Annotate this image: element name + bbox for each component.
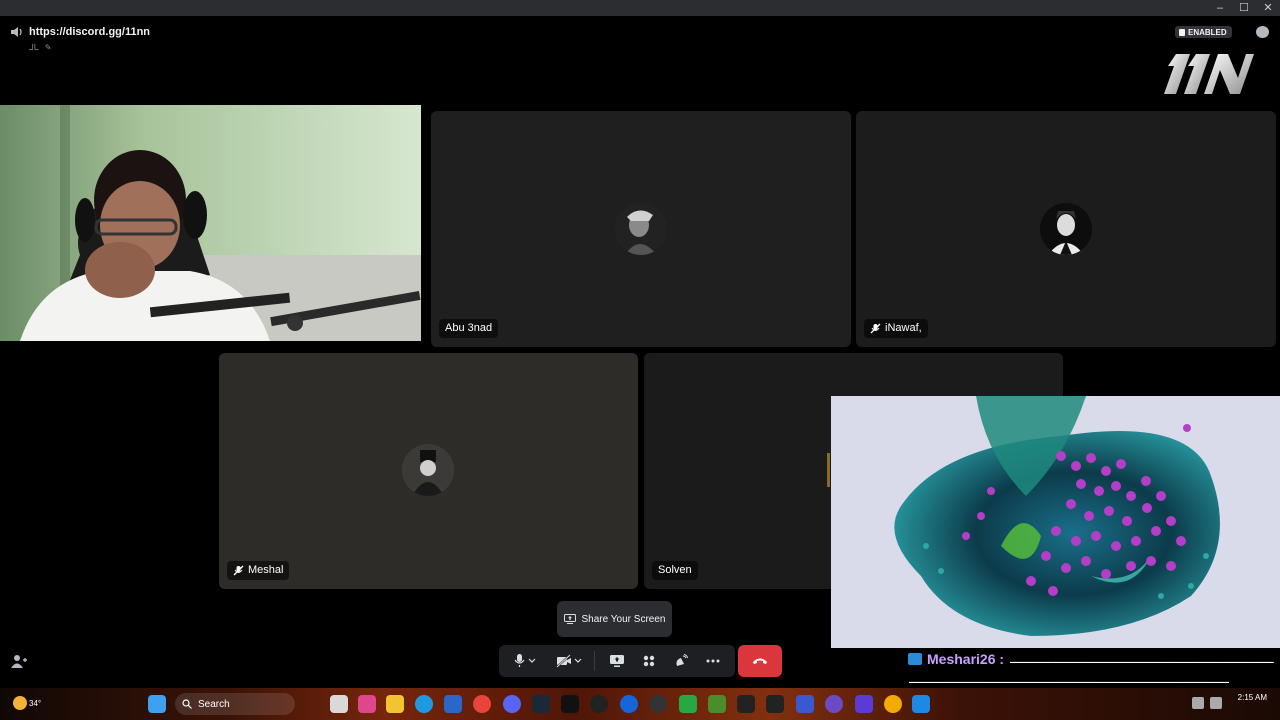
app-icon[interactable] xyxy=(825,695,843,713)
channel-title[interactable]: https://discord.gg/11nn xyxy=(29,26,150,38)
search-icon xyxy=(182,699,192,709)
screen-share-icon xyxy=(563,614,576,624)
badge-icon xyxy=(1179,28,1185,36)
channel-status-text: ـالـ xyxy=(29,43,39,52)
participant-name: Meshal xyxy=(248,564,284,576)
disconnect-button[interactable] xyxy=(738,645,782,677)
close-button[interactable]: ✕ xyxy=(1262,1,1274,15)
weather-widget[interactable]: 34° xyxy=(13,696,41,710)
participant-avatar xyxy=(402,444,454,496)
microphone-icon xyxy=(514,654,536,667)
chat-icon[interactable] xyxy=(1256,26,1269,38)
screen-share-icon xyxy=(610,655,624,667)
ea-icon[interactable] xyxy=(620,695,638,713)
participant-tile[interactable]: Abu 3nad xyxy=(431,111,851,347)
badge-label: ENABLED xyxy=(1188,27,1227,37)
app-icon[interactable] xyxy=(855,695,873,713)
activities-icon xyxy=(643,655,655,667)
participant-name-tag: Solven xyxy=(652,561,698,580)
steam-icon[interactable] xyxy=(532,695,550,713)
weather-temp: 34° xyxy=(29,698,42,708)
add-user-icon[interactable] xyxy=(11,654,27,668)
more-icon xyxy=(706,659,720,663)
webcam-video xyxy=(0,105,421,341)
share-screen-button[interactable]: Share Your Screen xyxy=(557,601,672,637)
overlay-stream-video xyxy=(831,396,1280,648)
search-placeholder: Search xyxy=(198,698,230,710)
windows-taskbar: 34° Search 2:15 AM xyxy=(0,688,1280,720)
app-icon[interactable] xyxy=(737,695,755,713)
xbox-icon[interactable] xyxy=(679,695,697,713)
participant-name: Solven xyxy=(658,564,692,576)
app-icon[interactable] xyxy=(796,695,814,713)
window-controls: – ☐ ✕ xyxy=(1214,1,1274,15)
11n-logo xyxy=(1164,54,1254,94)
camera-button[interactable] xyxy=(551,651,587,671)
participant-avatar xyxy=(615,203,667,255)
hangup-icon xyxy=(753,658,767,664)
file-explorer-icon[interactable] xyxy=(386,695,404,713)
app-icon[interactable] xyxy=(912,695,930,713)
window-titlebar: – ☐ ✕ xyxy=(0,0,1280,16)
taskbar-clock[interactable]: 2:15 AM xyxy=(1238,693,1267,702)
app-icon[interactable] xyxy=(590,695,608,713)
voice-channel-icon xyxy=(11,27,22,37)
soundboard-icon xyxy=(676,654,688,666)
wifi-icon[interactable] xyxy=(1210,697,1222,709)
participant-name-tag: Meshal xyxy=(227,561,290,580)
chat-username: Meshari26 : xyxy=(927,651,1005,667)
enabled-badge[interactable]: ENABLED xyxy=(1175,26,1232,38)
obs-icon[interactable] xyxy=(649,695,667,713)
chat-overlay: Meshari26 : ــــــــــــــــــــــــــــ… xyxy=(905,650,1280,690)
edge-icon[interactable] xyxy=(415,695,433,713)
maximize-button[interactable]: ☐ xyxy=(1238,1,1250,15)
task-view-icon[interactable] xyxy=(330,695,348,713)
participant-name-tag: Abu 3nad xyxy=(439,319,499,338)
app-icon[interactable] xyxy=(766,695,784,713)
app-icon[interactable] xyxy=(884,695,902,713)
start-button[interactable] xyxy=(148,695,166,713)
chat-message-continued: ــــــــــــــــــــــــــــــــــــــــ… xyxy=(909,672,1230,686)
copilot-icon[interactable] xyxy=(358,695,376,713)
chrome-icon[interactable] xyxy=(473,695,491,713)
participant-tile[interactable]: Meshal xyxy=(219,353,638,589)
minimize-button[interactable]: – xyxy=(1214,1,1226,15)
muted-icon xyxy=(233,565,244,576)
channel-status: ـالـ ✎ xyxy=(29,43,52,52)
microphone-button[interactable] xyxy=(507,651,543,671)
twitch-icon xyxy=(908,653,922,665)
participant-name-tag: iNawaf, xyxy=(864,319,928,338)
more-button[interactable] xyxy=(703,651,723,671)
activities-button[interactable] xyxy=(639,651,659,671)
participant-tile-video[interactable] xyxy=(0,105,421,341)
screen-share-button[interactable] xyxy=(607,651,627,671)
camera-off-icon xyxy=(556,654,582,668)
chat-message: ــــــــــــــــــــــــــــــــــــــــ… xyxy=(1010,652,1275,666)
divider xyxy=(594,651,595,671)
participant-avatar xyxy=(1040,203,1092,255)
store-icon[interactable] xyxy=(444,695,462,713)
discord-icon[interactable] xyxy=(503,695,521,713)
tray-icon[interactable] xyxy=(1192,697,1204,709)
edit-icon[interactable]: ✎ xyxy=(45,43,52,52)
minecraft-icon[interactable] xyxy=(708,695,726,713)
discord-call-window: – ☐ ✕ https://discord.gg/11nn ـالـ ✎ ENA… xyxy=(0,0,1280,720)
call-controls xyxy=(499,645,735,677)
sun-icon xyxy=(13,696,27,710)
muted-icon xyxy=(870,323,881,334)
clock-time: 2:15 AM xyxy=(1237,693,1267,702)
participant-name: Abu 3nad xyxy=(445,322,493,334)
app-icon[interactable] xyxy=(561,695,579,713)
participant-name: iNawaf, xyxy=(885,322,922,334)
soundboard-button[interactable] xyxy=(671,651,691,671)
share-screen-label: Share Your Screen xyxy=(581,613,666,625)
participant-tile[interactable]: iNawaf, xyxy=(856,111,1276,347)
avatar-edge xyxy=(827,453,830,487)
taskbar-search[interactable]: Search xyxy=(175,693,295,715)
